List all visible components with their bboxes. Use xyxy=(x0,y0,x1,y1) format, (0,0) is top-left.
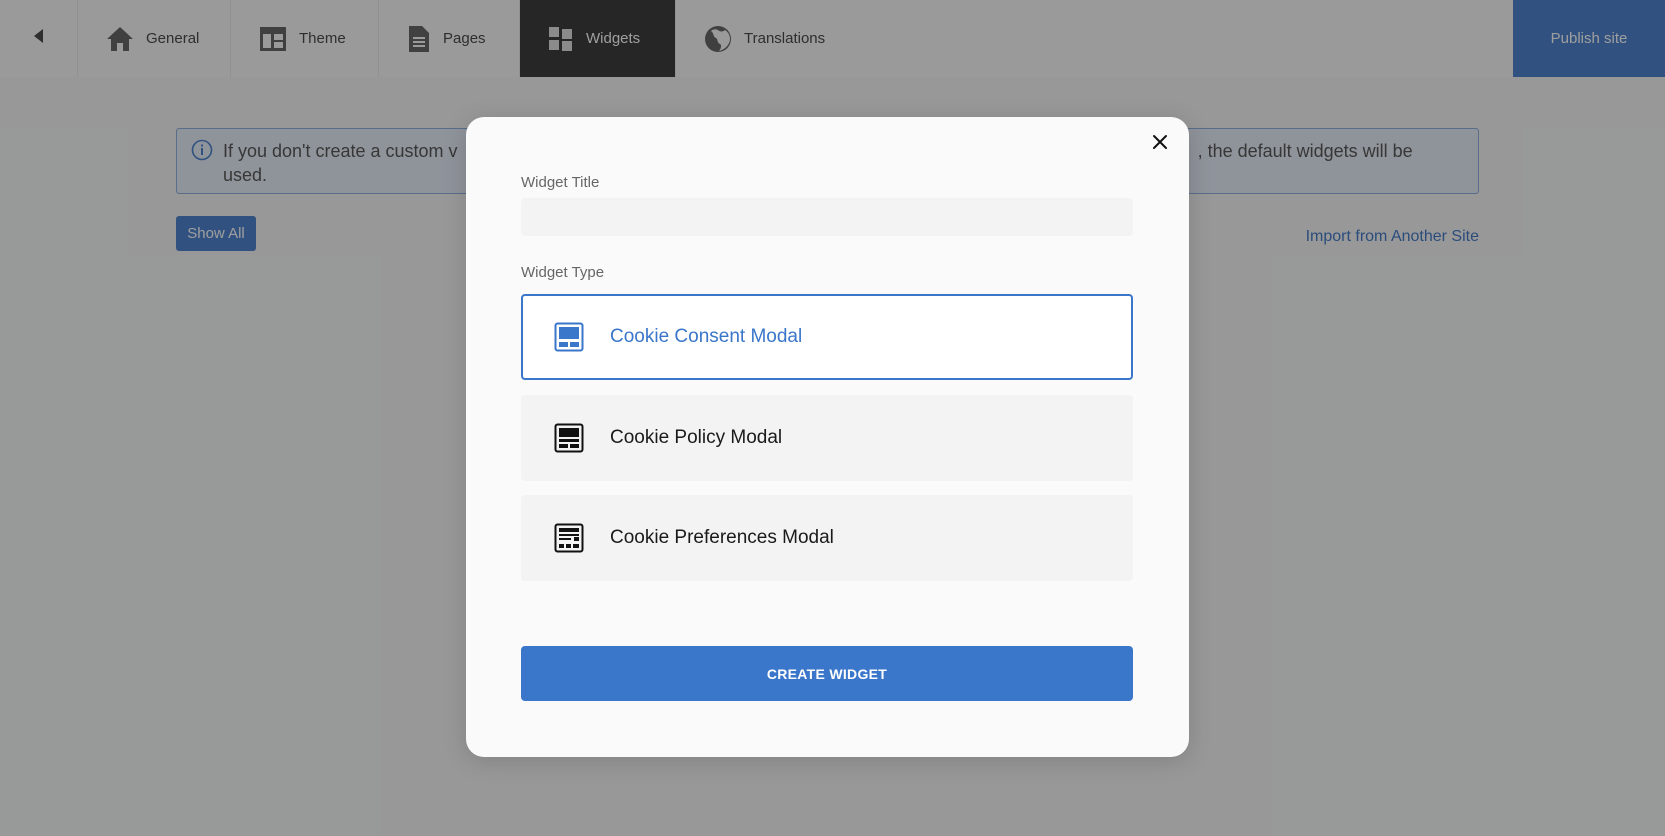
widget-type-label-text: Cookie Consent Modal xyxy=(610,326,803,347)
create-widget-button[interactable]: CREATE WIDGET xyxy=(521,646,1133,701)
widget-type-label-text: Cookie Preferences Modal xyxy=(610,527,834,548)
policy-modal-icon xyxy=(554,423,584,453)
widget-type-cookie-preferences-modal[interactable]: Cookie Preferences Modal xyxy=(521,495,1133,581)
consent-modal-icon xyxy=(554,322,584,352)
widget-title-input[interactable] xyxy=(521,198,1133,236)
close-button[interactable] xyxy=(1149,133,1171,155)
widget-title-label: Widget Title xyxy=(521,174,600,191)
create-widget-modal: Widget Title Widget Type Cookie Consent … xyxy=(466,117,1189,757)
widget-type-label-text: Cookie Policy Modal xyxy=(610,427,783,448)
close-icon xyxy=(1152,134,1168,155)
widget-type-label: Widget Type xyxy=(521,264,605,281)
preferences-modal-icon xyxy=(554,523,584,553)
widget-type-cookie-consent-modal[interactable]: Cookie Consent Modal xyxy=(521,294,1133,380)
widget-type-cookie-policy-modal[interactable]: Cookie Policy Modal xyxy=(521,395,1133,481)
